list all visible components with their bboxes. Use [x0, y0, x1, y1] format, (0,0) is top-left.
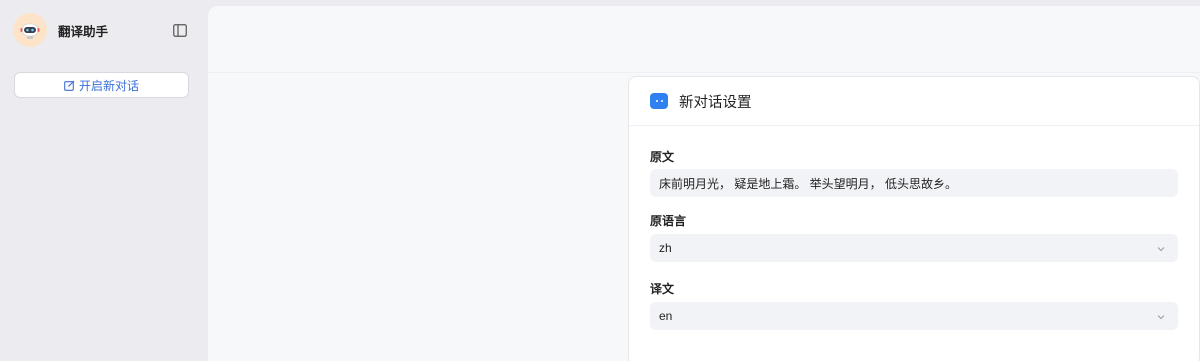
- panel-header: 新对话设置: [629, 77, 1199, 126]
- source-language-value: zh: [659, 241, 672, 255]
- new-chat-label: 开启新对话: [78, 78, 139, 93]
- chevron-down-icon: [1156, 311, 1166, 321]
- app-window: 翻译助手 开启新对话 新对话设置 原文 床前明月光， 疑是地上霜。 举头望明月，…: [0, 0, 1200, 361]
- target-language-value: en: [659, 309, 673, 323]
- new-chat-settings-panel: 新对话设置 原文 床前明月光， 疑是地上霜。 举头望明月， 低头思故乡。 原语言…: [628, 76, 1200, 361]
- panel-title: 新对话设置: [679, 94, 752, 111]
- source-language-select[interactable]: zh: [650, 234, 1178, 262]
- source-language-label: 原语言: [650, 214, 687, 228]
- app-name: 翻译助手: [58, 24, 109, 39]
- header-divider: [208, 72, 1200, 73]
- source-text-value: 床前明月光， 疑是地上霜。 举头望明月， 低头思故乡。: [659, 176, 958, 191]
- edit-icon: [64, 80, 75, 91]
- brand: 翻译助手: [13, 13, 108, 47]
- target-language-select[interactable]: en: [650, 302, 1178, 330]
- new-chat-button[interactable]: 开启新对话: [14, 72, 189, 98]
- source-text-field[interactable]: 床前明月光， 疑是地上霜。 举头望明月， 低头思故乡。: [650, 169, 1178, 197]
- sidebar-toggle-icon[interactable]: [173, 24, 187, 37]
- chat-bot-icon: [650, 93, 668, 109]
- chevron-down-icon: [1156, 243, 1166, 253]
- target-language-label: 译文: [650, 282, 675, 296]
- source-text-label: 原文: [650, 150, 675, 164]
- robot-avatar-icon: [13, 13, 47, 47]
- sidebar: 翻译助手 开启新对话: [0, 0, 208, 361]
